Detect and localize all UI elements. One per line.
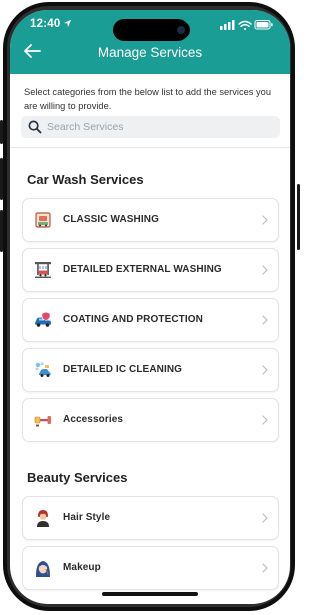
accessories-icon [34,416,51,427]
power-button [297,184,300,250]
chevron-right-icon [262,265,268,275]
screen: 12:40 Manage Services Select categories … [10,10,290,604]
service-item-label: Accessories [63,414,124,425]
page-title: Manage Services [97,45,203,60]
coating-icon [35,311,51,327]
service-item-classic-washing[interactable]: CLASSIC WASHING [22,198,279,242]
chevron-right-icon [262,315,268,325]
service-item-label: DETAILED IC CLEANING [63,364,183,375]
status-time: 12:40 [30,18,61,30]
intro-text: Select categories from the below list to… [24,87,272,111]
ic-cleaning-icon [35,362,51,377]
search-input[interactable] [47,116,272,138]
classic-washing-icon [35,212,51,228]
chevron-right-icon [262,513,268,523]
phone-frame: 12:40 Manage Services Select categories … [0,0,300,615]
service-item-label: Makeup [63,562,101,573]
chevron-right-icon [262,365,268,375]
battery-icon [254,20,273,30]
service-item-label: CLASSIC WASHING [63,214,159,225]
service-item-label: DETAILED EXTERNAL WASHING [63,264,222,275]
service-item-label: Hair Style [63,512,111,523]
signal-icon [220,20,235,30]
location-arrow-icon [63,19,72,28]
camera-icon [172,21,190,39]
service-item-label: COATING AND PROTECTION [63,314,203,325]
status-icons [220,20,273,30]
chevron-right-icon [262,215,268,225]
app-header: 12:40 Manage Services [10,10,290,74]
divider [10,147,290,148]
service-item-detailed-ic-cleaning[interactable]: DETAILED IC CLEANING [22,348,279,392]
service-item-hair-style[interactable]: Hair Style [22,496,279,540]
external-washing-icon [35,262,51,278]
service-item-coating-and-protection[interactable]: COATING AND PROTECTION [22,298,279,342]
service-item-detailed-external-washing[interactable]: DETAILED EXTERNAL WASHING [22,248,279,292]
section-title-beauty: Beauty Services [27,470,128,485]
chevron-right-icon [262,563,268,573]
search-icon [28,120,42,134]
chevron-right-icon [262,415,268,425]
section-title-car-wash: Car Wash Services [27,172,144,187]
home-indicator[interactable] [102,592,198,596]
wifi-icon [238,20,252,30]
makeup-icon [36,561,50,577]
hair-style-icon [37,510,49,527]
search-bar[interactable] [21,116,280,138]
service-item-accessories[interactable]: Accessories [22,398,279,442]
service-item-makeup[interactable]: Makeup [22,546,279,590]
back-arrow-icon[interactable] [22,43,42,59]
